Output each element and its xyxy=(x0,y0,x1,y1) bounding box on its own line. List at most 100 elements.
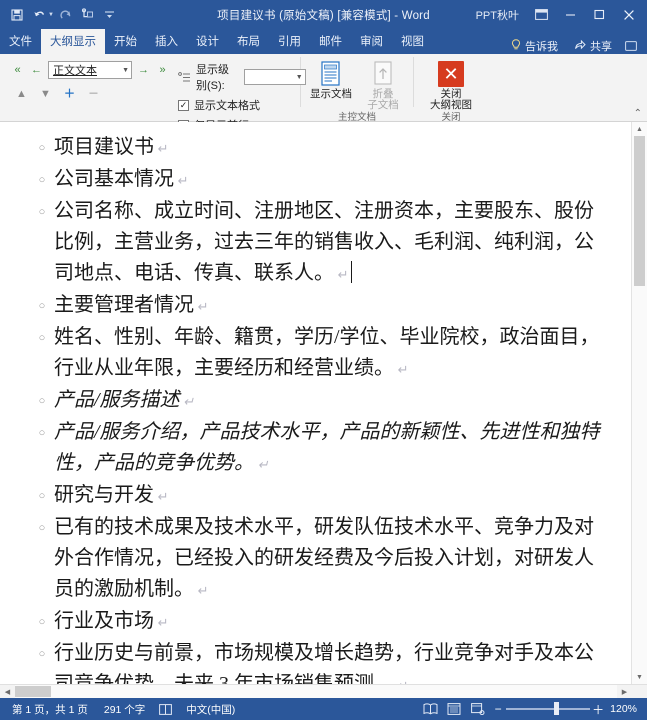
quick-access-toolbar: ▼ xyxy=(0,5,120,25)
zoom-slider-thumb[interactable] xyxy=(554,702,560,715)
minimize-button[interactable] xyxy=(556,0,585,29)
outline-paragraph[interactable]: ○ 主要管理者情况 ↵ xyxy=(30,290,603,322)
paragraph-mark: ↵ xyxy=(334,267,349,282)
outline-paragraph[interactable]: ○ 研究与开发 ↵ xyxy=(30,480,603,512)
tab-outline[interactable]: 大纲显示 xyxy=(41,29,105,54)
language-indicator[interactable]: 中文(中国) xyxy=(178,702,243,717)
outline-paragraph-text: 产品/服务描述 ↵ xyxy=(54,389,195,411)
promote-to-heading1-icon[interactable]: « xyxy=(10,63,25,78)
vertical-scroll-track[interactable] xyxy=(632,136,647,670)
horizontal-scrollbar[interactable]: ◀ ▶ xyxy=(0,684,647,698)
move-down-icon[interactable]: ▼ xyxy=(38,87,53,102)
tab-review[interactable]: 审阅 xyxy=(351,29,392,54)
collapse-subdocuments-icon xyxy=(372,59,394,87)
move-up-icon[interactable]: ▲ xyxy=(14,87,29,102)
demote-icon[interactable]: → xyxy=(136,63,151,78)
outline-bullet-icon[interactable]: ○ xyxy=(30,480,54,512)
scroll-right-arrow[interactable]: ▶ xyxy=(617,685,632,698)
vertical-scrollbar[interactable]: ▲ ▼ xyxy=(631,122,647,684)
ribbon-display-options-icon[interactable] xyxy=(527,0,556,29)
ribbon-tab-bar-right: 告诉我 共享 xyxy=(502,38,647,54)
outline-bullet-icon[interactable]: ○ xyxy=(30,512,54,544)
redo-icon[interactable] xyxy=(56,5,76,25)
outline-paragraph[interactable]: ○ 项目建议书 ↵ xyxy=(30,132,603,164)
paragraph-mark: ↵ xyxy=(194,299,209,314)
collapse-icon[interactable]: － xyxy=(86,87,101,102)
outline-bullet-icon[interactable]: ○ xyxy=(30,164,54,196)
tab-file[interactable]: 文件 xyxy=(0,29,41,54)
tab-home[interactable]: 开始 xyxy=(105,29,146,54)
close-button[interactable] xyxy=(614,0,643,29)
tab-view[interactable]: 视图 xyxy=(392,29,433,54)
zoom-out-button[interactable]: − xyxy=(490,702,506,716)
horizontal-scroll-thumb[interactable] xyxy=(15,686,51,697)
tab-insert[interactable]: 插入 xyxy=(146,29,187,54)
collapse-ribbon-icon[interactable] xyxy=(619,41,643,51)
undo-dropdown-icon[interactable]: ▼ xyxy=(48,12,54,18)
undo-icon[interactable] xyxy=(29,5,49,25)
paragraph-mark: ↵ xyxy=(194,583,209,598)
tab-design[interactable]: 设计 xyxy=(187,29,228,54)
scroll-down-arrow[interactable]: ▼ xyxy=(632,670,647,684)
split-window-handle[interactable] xyxy=(633,123,646,133)
show-text-formatting-row[interactable]: ✓ 显示文本格式 xyxy=(178,97,306,113)
web-layout-button[interactable] xyxy=(466,698,490,720)
zoom-slider[interactable] xyxy=(506,698,591,720)
tell-me-box[interactable]: 告诉我 xyxy=(502,38,567,54)
save-icon[interactable] xyxy=(7,5,27,25)
show-text-formatting-checkbox[interactable]: ✓ xyxy=(178,99,189,111)
ribbon-group-outline-tools: « ← 正文文本 ▼ → » ▲ ▼ ＋ － 显示级别(S): ▼ ✓ 显示文本… xyxy=(0,54,306,145)
outline-paragraph[interactable]: ○ 行业历史与前景，市场规模及增长趋势，行业竞争对手及本公司竞争优势，未来 3 年… xyxy=(30,638,603,684)
scroll-left-arrow[interactable]: ◀ xyxy=(0,685,15,698)
show-document-icon xyxy=(319,59,343,87)
share-button[interactable]: 共享 xyxy=(567,38,619,54)
chevron-down-icon[interactable]: ▼ xyxy=(122,67,129,74)
horizontal-scroll-track[interactable] xyxy=(15,685,617,698)
status-bar: 第 1 页，共 1 页 291 个字 中文(中国) − ＋ 120% xyxy=(0,698,647,720)
outline-bullet-icon[interactable]: ○ xyxy=(30,322,54,354)
vertical-scroll-thumb[interactable] xyxy=(634,136,645,286)
outline-level-combo[interactable]: 正文文本 ▼ xyxy=(48,61,132,79)
page-indicator[interactable]: 第 1 页，共 1 页 xyxy=(4,702,96,717)
print-layout-button[interactable] xyxy=(442,698,466,720)
outline-bullet-icon[interactable]: ○ xyxy=(30,638,54,670)
outline-paragraph[interactable]: ○ 产品/服务介绍，产品技术水平，产品的新颖性、先进性和独特性，产品的竞争优势。 … xyxy=(30,417,603,480)
paragraph-mark: ↵ xyxy=(179,394,195,409)
outline-bullet-icon[interactable]: ○ xyxy=(30,290,54,322)
outline-bullet-icon[interactable]: ○ xyxy=(30,606,54,638)
outline-paragraph[interactable]: ○ 产品/服务描述 ↵ xyxy=(30,385,603,417)
outline-bullet-icon[interactable]: ○ xyxy=(30,385,54,417)
read-mode-button[interactable] xyxy=(418,698,442,720)
outline-bullet-icon[interactable]: ○ xyxy=(30,196,54,228)
outline-paragraph[interactable]: ○ 已有的技术成果及技术水平，研发队伍技术水平、竞争力及对外合作情况，已经投入的研… xyxy=(30,512,603,606)
tab-mailings[interactable]: 邮件 xyxy=(310,29,351,54)
outline-paragraph-text: 主要管理者情况 ↵ xyxy=(54,294,209,316)
collapse-subdocuments-button: 折叠 子文档 xyxy=(357,57,409,111)
promote-icon[interactable]: ← xyxy=(29,63,44,78)
maximize-button[interactable] xyxy=(585,0,614,29)
demote-to-body-text-icon[interactable]: » xyxy=(155,63,170,78)
outline-paragraph-text: 公司基本情况 ↵ xyxy=(54,168,189,190)
outline-bullet-icon[interactable]: ○ xyxy=(30,132,54,164)
pin-ribbon-icon[interactable]: ⌃ xyxy=(634,108,642,119)
outline-paragraph[interactable]: ○ 公司名称、成立时间、注册地区、注册资本，主要股东、股份比例，主营业务，过去三年… xyxy=(30,196,603,290)
tab-references[interactable]: 引用 xyxy=(269,29,310,54)
zoom-level-label[interactable]: 120% xyxy=(606,703,643,715)
outline-bullet-icon[interactable]: ○ xyxy=(30,417,54,449)
outline-paragraph[interactable]: ○ 行业及市场 ↵ xyxy=(30,606,603,638)
tab-layout[interactable]: 布局 xyxy=(228,29,269,54)
outline-paragraph[interactable]: ○ 公司基本情况 ↵ xyxy=(30,164,603,196)
account-name[interactable]: PPT秋叶 xyxy=(468,7,527,23)
zoom-in-button[interactable]: ＋ xyxy=(590,701,606,718)
close-outline-view-button[interactable]: ✕ 关闭 大纲视图 xyxy=(424,57,478,111)
show-level-select[interactable]: ▼ xyxy=(244,69,306,85)
show-document-button[interactable]: 显示文档 xyxy=(305,57,357,100)
expand-icon[interactable]: ＋ xyxy=(62,87,77,102)
proofing-status-icon[interactable] xyxy=(153,703,178,715)
customize-qat-icon[interactable] xyxy=(100,5,120,25)
share-label: 共享 xyxy=(590,41,612,53)
outline-paragraph[interactable]: ○ 姓名、性别、年龄、籍贯，学历/学位、毕业院校，政治面目，行业从业年限，主要经历… xyxy=(30,322,603,385)
touch-mouse-mode-icon[interactable] xyxy=(78,5,98,25)
word-count[interactable]: 291 个字 xyxy=(96,702,153,717)
outline-document-area[interactable]: ○ 项目建议书 ↵ ○ 公司基本情况 ↵ ○ 公司名称、成立时间、注册地区、注册资本，主要… xyxy=(0,122,631,684)
